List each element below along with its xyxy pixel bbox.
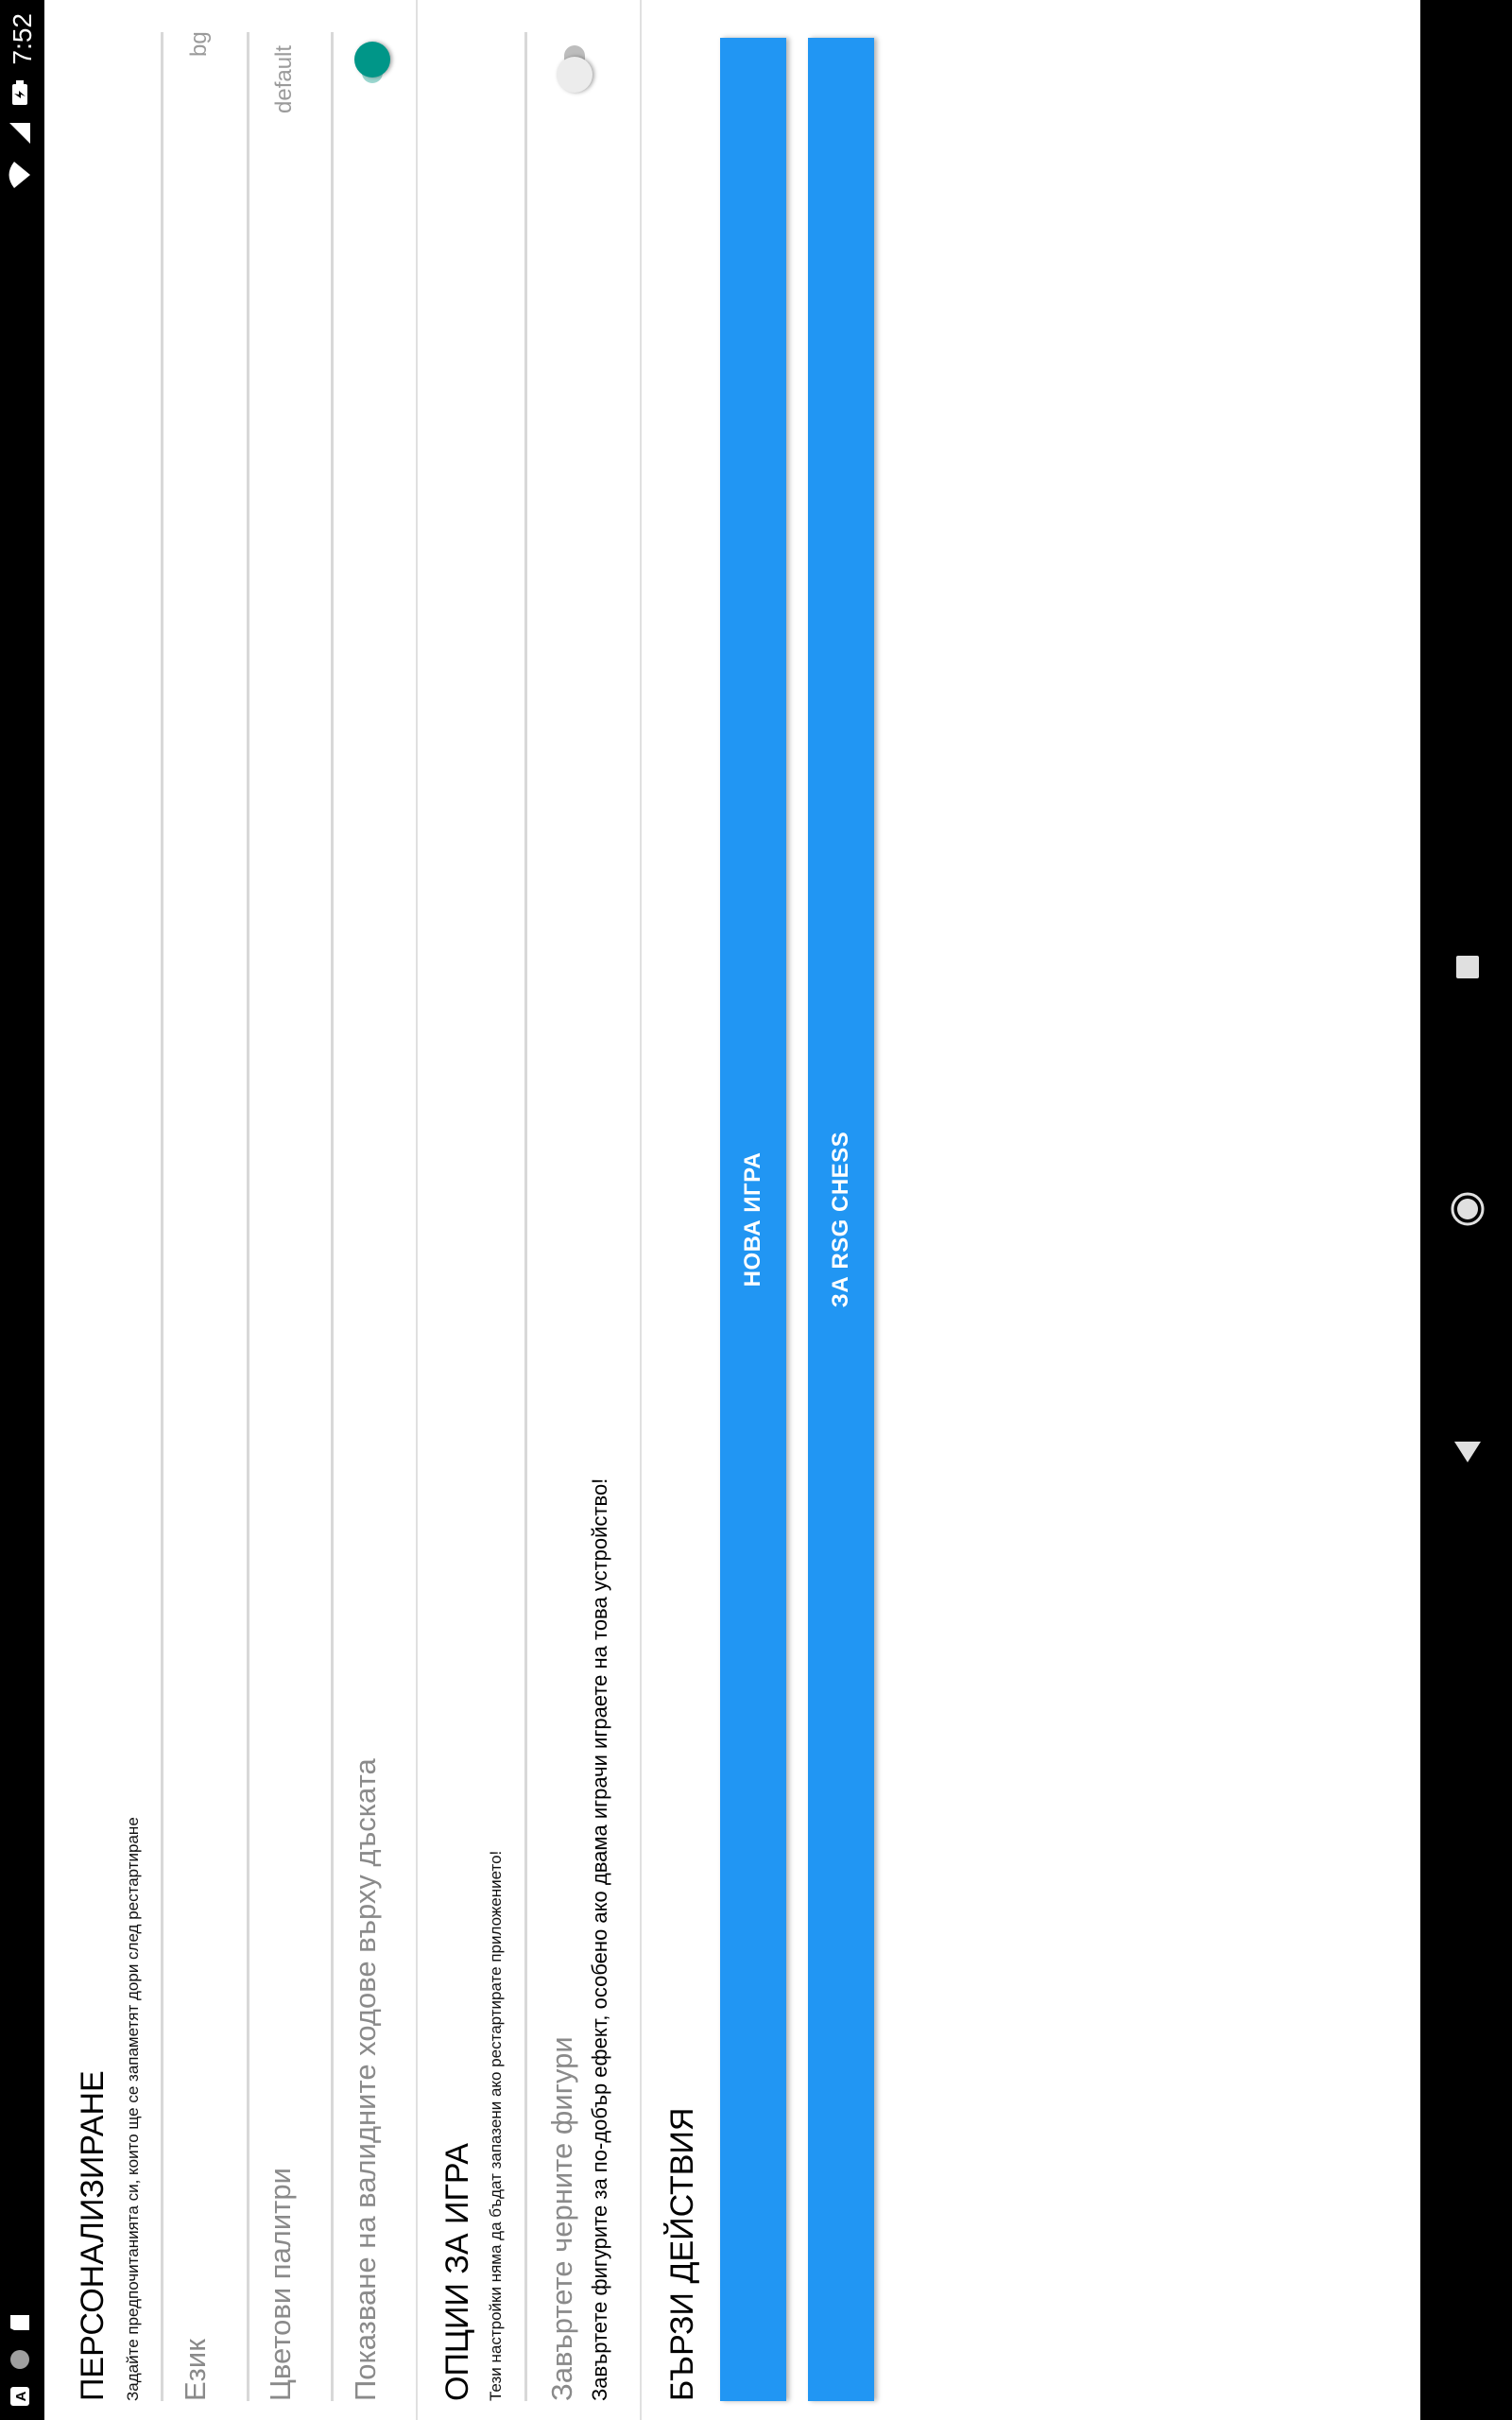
svg-text:A: A — [13, 2391, 29, 2401]
language-value: bg — [186, 31, 212, 57]
recents-icon[interactable] — [1449, 948, 1486, 986]
valid-moves-switch[interactable] — [349, 42, 398, 91]
record-icon — [9, 2348, 36, 2371]
clock: 7:52 — [7, 13, 37, 65]
row-divider — [524, 32, 527, 2401]
sd-card-icon — [9, 2312, 36, 2333]
signal-icon — [8, 122, 37, 147]
home-icon[interactable] — [1449, 1190, 1486, 1228]
battery-charging-icon — [11, 80, 33, 107]
notification-a-icon: A — [9, 2386, 35, 2407]
about-button[interactable]: ЗА RSG CHESS — [808, 38, 874, 2401]
settings-screen: ПЕРСОНАЛИЗИРАНЕ Задайте предпочитанията … — [44, 0, 1420, 2420]
section-divider — [640, 0, 642, 2420]
valid-moves-label: Показване на валидните ходове върху дъск… — [349, 1758, 382, 2401]
palette-label: Цветови палитри — [264, 2168, 297, 2401]
section-title-personalization: ПЕРСОНАЛИЗИРАНЕ — [75, 2070, 111, 2401]
wifi-icon — [8, 162, 37, 190]
section-divider — [416, 0, 418, 2420]
back-icon[interactable] — [1449, 1432, 1486, 1470]
row-divider — [247, 32, 249, 2401]
language-label: Език — [179, 2339, 212, 2401]
row-divider — [161, 32, 163, 2401]
rotate-pieces-label: Завъртете черните фигури — [545, 2036, 578, 2401]
palette-value: default — [271, 44, 297, 113]
section-subtitle-personalization: Задайте предпочитанията си, които ще се … — [124, 1817, 142, 2401]
section-title-game-options: ОПЦИИ ЗА ИГРА — [439, 2143, 475, 2401]
rotate-pieces-switch[interactable] — [551, 42, 600, 93]
new-game-button[interactable]: НОВА ИГРА — [720, 38, 786, 2401]
navigation-bar — [1420, 0, 1512, 2420]
rotate-pieces-description: Завъртете фигурите за по-добър ефект, ос… — [588, 1478, 611, 2401]
section-title-quick-actions: БЪРЗИ ДЕЙСТВИЯ — [664, 2107, 700, 2401]
section-subtitle-game-options: Тези настройки няма да бъдат запазени ак… — [487, 1850, 505, 2401]
status-bar: A 7:52 — [0, 0, 44, 2420]
row-divider — [331, 32, 334, 2401]
